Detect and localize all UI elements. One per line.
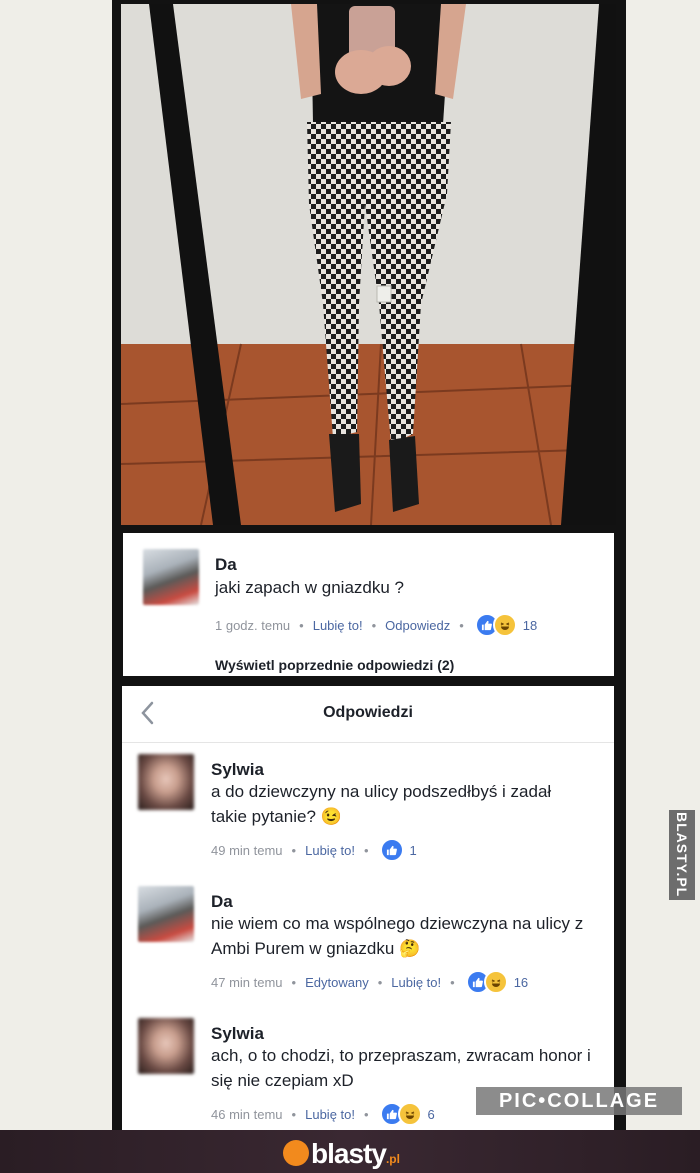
haha-reaction-icon (492, 613, 517, 637)
like-link[interactable]: Lubię to! (305, 1107, 355, 1122)
separator-dot: • (363, 1106, 369, 1122)
mirror-selfie-photo (121, 4, 616, 525)
avatar[interactable] (138, 1018, 194, 1074)
like-link[interactable]: Lubię to! (391, 975, 441, 990)
haha-reaction-icon (483, 970, 508, 994)
separator-dot: • (459, 617, 464, 633)
reply-time: 46 min temu (211, 1106, 283, 1122)
reply-author[interactable]: Sylwia (211, 760, 264, 780)
reply-author[interactable]: Da (211, 892, 233, 912)
separator-dot: • (363, 842, 369, 858)
view-previous-replies-link[interactable]: Wyświetl poprzednie odpowiedzi (2) (215, 657, 454, 673)
reply-link[interactable]: Odpowiedz (385, 618, 450, 633)
avatar[interactable] (138, 754, 194, 810)
reactions[interactable] (379, 838, 404, 862)
comment-author[interactable]: Da (215, 555, 237, 575)
blasty-side-watermark: BLASTY.PL (669, 810, 695, 900)
reply-meta: 47 min temu • Edytowany • Lubię to! • 16 (211, 970, 528, 994)
piccollage-watermark: PIC•COLLAGE (476, 1087, 682, 1115)
separator-dot: • (371, 617, 377, 633)
separator-dot: • (291, 842, 297, 858)
like-link[interactable]: Lubię to! (313, 618, 363, 633)
separator-dot: • (450, 974, 455, 990)
comment-time: 1 godz. temu (215, 617, 291, 633)
reply-time: 47 min temu (211, 974, 283, 990)
reply-time: 49 min temu (211, 842, 283, 858)
reply-text: ach, o to chodzi, to przepraszam, zwraca… (211, 1046, 591, 1090)
reaction-count: 6 (427, 1106, 435, 1122)
reaction-count: 1 (409, 842, 417, 858)
separator-dot: • (291, 1106, 297, 1122)
footer-tld: .pl (385, 1152, 400, 1166)
like-link[interactable]: Lubię to! (305, 843, 355, 858)
reply-meta: 46 min temu • Lubię to! • 6 (211, 1102, 435, 1126)
mascot-icon (283, 1140, 309, 1166)
reaction-count: 16 (513, 974, 529, 990)
avatar[interactable] (138, 886, 194, 942)
reactions[interactable] (465, 970, 508, 994)
edited-link[interactable]: Edytowany (305, 975, 369, 990)
reaction-count: 18 (522, 617, 538, 633)
reply-author[interactable]: Sylwia (211, 1024, 264, 1044)
reactions[interactable] (474, 613, 517, 637)
replies-header: Odpowiedzi (122, 686, 614, 743)
reply-meta: 49 min temu • Lubię to! • 1 (211, 838, 417, 862)
comment-text: jaki zapach w gniazdku ? (215, 578, 405, 597)
footer-brand: blasty (311, 1138, 387, 1169)
reactions[interactable] (379, 1102, 422, 1126)
separator-dot: • (377, 974, 383, 990)
avatar[interactable] (143, 549, 199, 605)
haha-reaction-icon (397, 1102, 422, 1126)
left-margin (0, 0, 112, 1130)
reply-text: a do dziewczyny na ulicy podszedłbyś i z… (211, 782, 552, 826)
right-margin (626, 0, 700, 1130)
blasty-logo[interactable]: blasty .pl (283, 1138, 400, 1169)
like-reaction-icon (379, 838, 404, 862)
comment-meta: 1 godz. temu • Lubię to! • Odpowiedz • 1… (215, 613, 537, 637)
reply-text: nie wiem co ma wspólnego dziewczyna na u… (211, 914, 584, 958)
separator-dot: • (299, 617, 304, 633)
page-title: Odpowiedzi (323, 704, 413, 721)
separator-dot: • (291, 974, 297, 990)
